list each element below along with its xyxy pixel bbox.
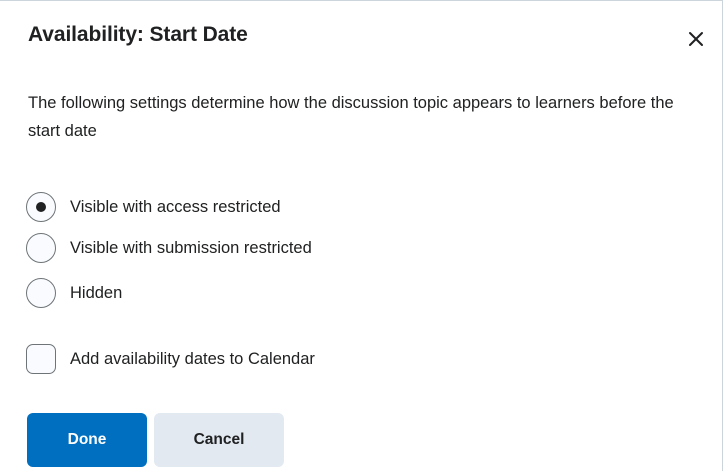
close-button[interactable] [684,27,708,51]
done-button[interactable]: Done [27,413,147,467]
dialog-description: The following settings determine how the… [28,94,674,140]
radio-label: Visible with access restricted [70,197,281,216]
radio-button-checked[interactable] [26,192,56,222]
radio-option-access-restricted[interactable]: Visible with access restricted [26,191,281,223]
dialog-title: Availability: Start Date [28,23,248,46]
radio-option-hidden[interactable]: Hidden [26,277,122,309]
close-icon [689,32,703,46]
radio-button[interactable] [26,233,56,263]
calendar-checkbox[interactable] [26,344,56,374]
cancel-button[interactable]: Cancel [154,413,284,467]
checkbox-label: Add availability dates to Calendar [70,349,315,368]
radio-label: Hidden [70,283,123,302]
radio-button[interactable] [26,278,56,308]
radio-label: Visible with submission restricted [70,238,312,257]
availability-dialog: Availability: Start Date The following s… [0,0,723,471]
calendar-checkbox-option[interactable]: Add availability dates to Calendar [26,343,315,375]
radio-option-submission-restricted[interactable]: Visible with submission restricted [26,232,312,264]
